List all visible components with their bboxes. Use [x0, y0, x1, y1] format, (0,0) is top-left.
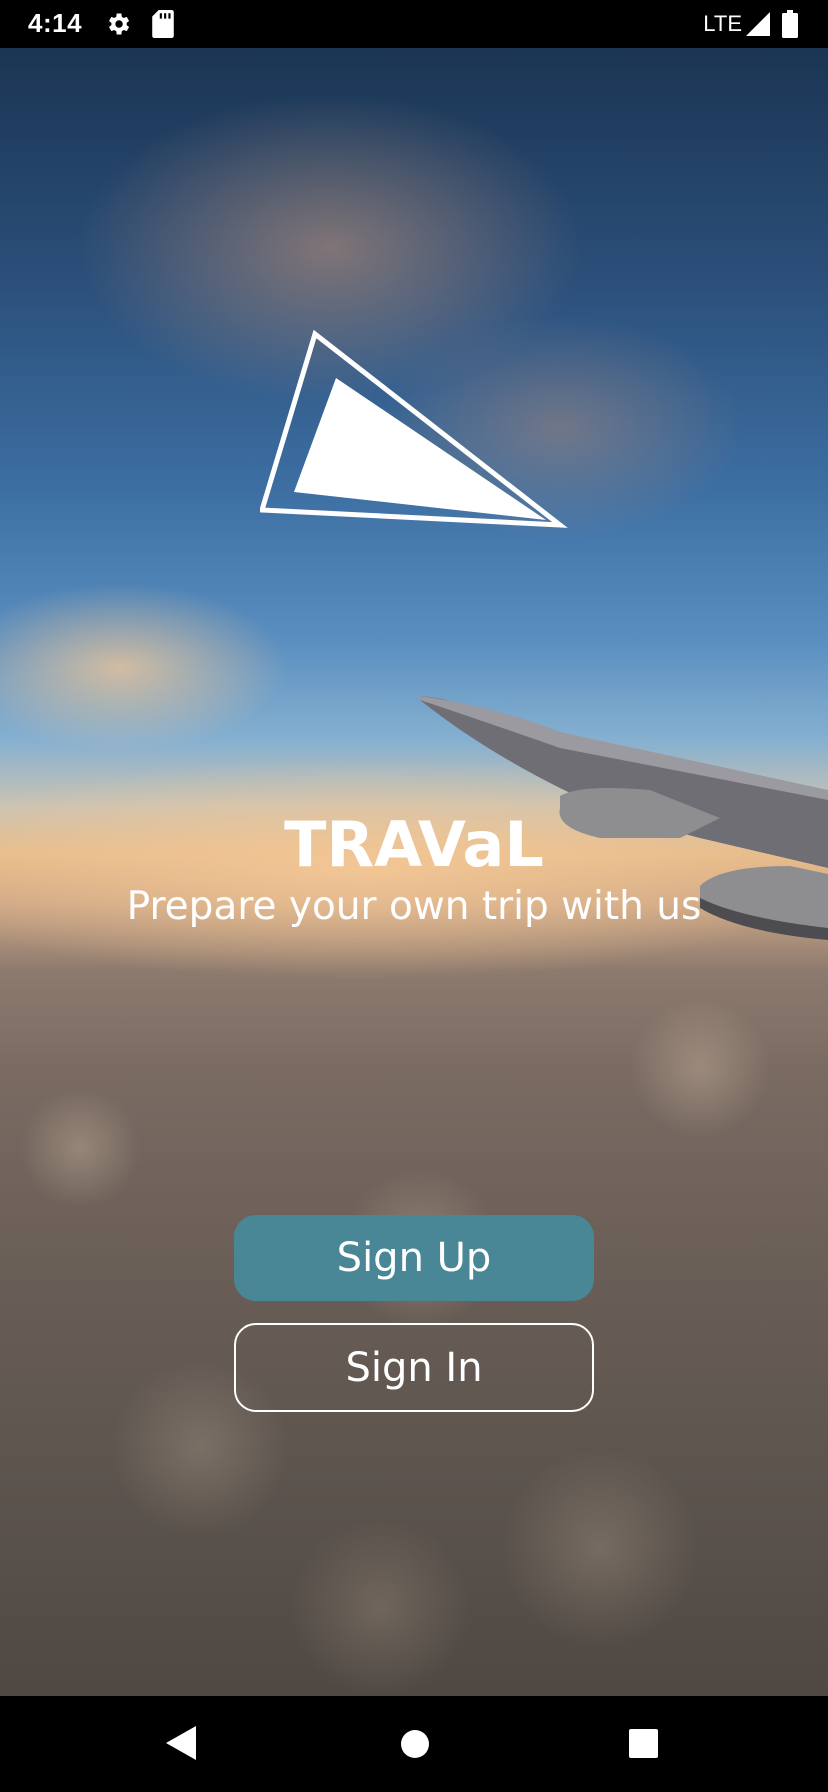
battery-icon: [782, 10, 798, 38]
sign-up-button[interactable]: Sign Up: [234, 1215, 594, 1301]
sign-in-button[interactable]: Sign In: [234, 1323, 594, 1412]
home-icon[interactable]: [400, 1729, 430, 1759]
app-logo: [260, 330, 568, 528]
status-time: 4:14: [28, 8, 83, 38]
signal-icon: [746, 12, 770, 36]
app-title: TRAVaL: [284, 808, 544, 881]
sign-in-label: Sign In: [345, 1344, 483, 1391]
recents-icon[interactable]: [629, 1729, 658, 1758]
back-icon[interactable]: [166, 1726, 196, 1760]
status-bar: 4:14 LTE: [0, 0, 828, 48]
network-type: LTE: [703, 11, 742, 36]
sign-up-label: Sign Up: [336, 1235, 492, 1281]
welcome-screen: 4:14 LTE TRAVaL Prepare your own trip wi…: [0, 0, 828, 1792]
sd-card-icon: [152, 10, 174, 38]
gear-icon: [109, 13, 130, 35]
navigation-bar: [0, 1696, 828, 1792]
app-tagline: Prepare your own trip with us: [126, 884, 702, 929]
